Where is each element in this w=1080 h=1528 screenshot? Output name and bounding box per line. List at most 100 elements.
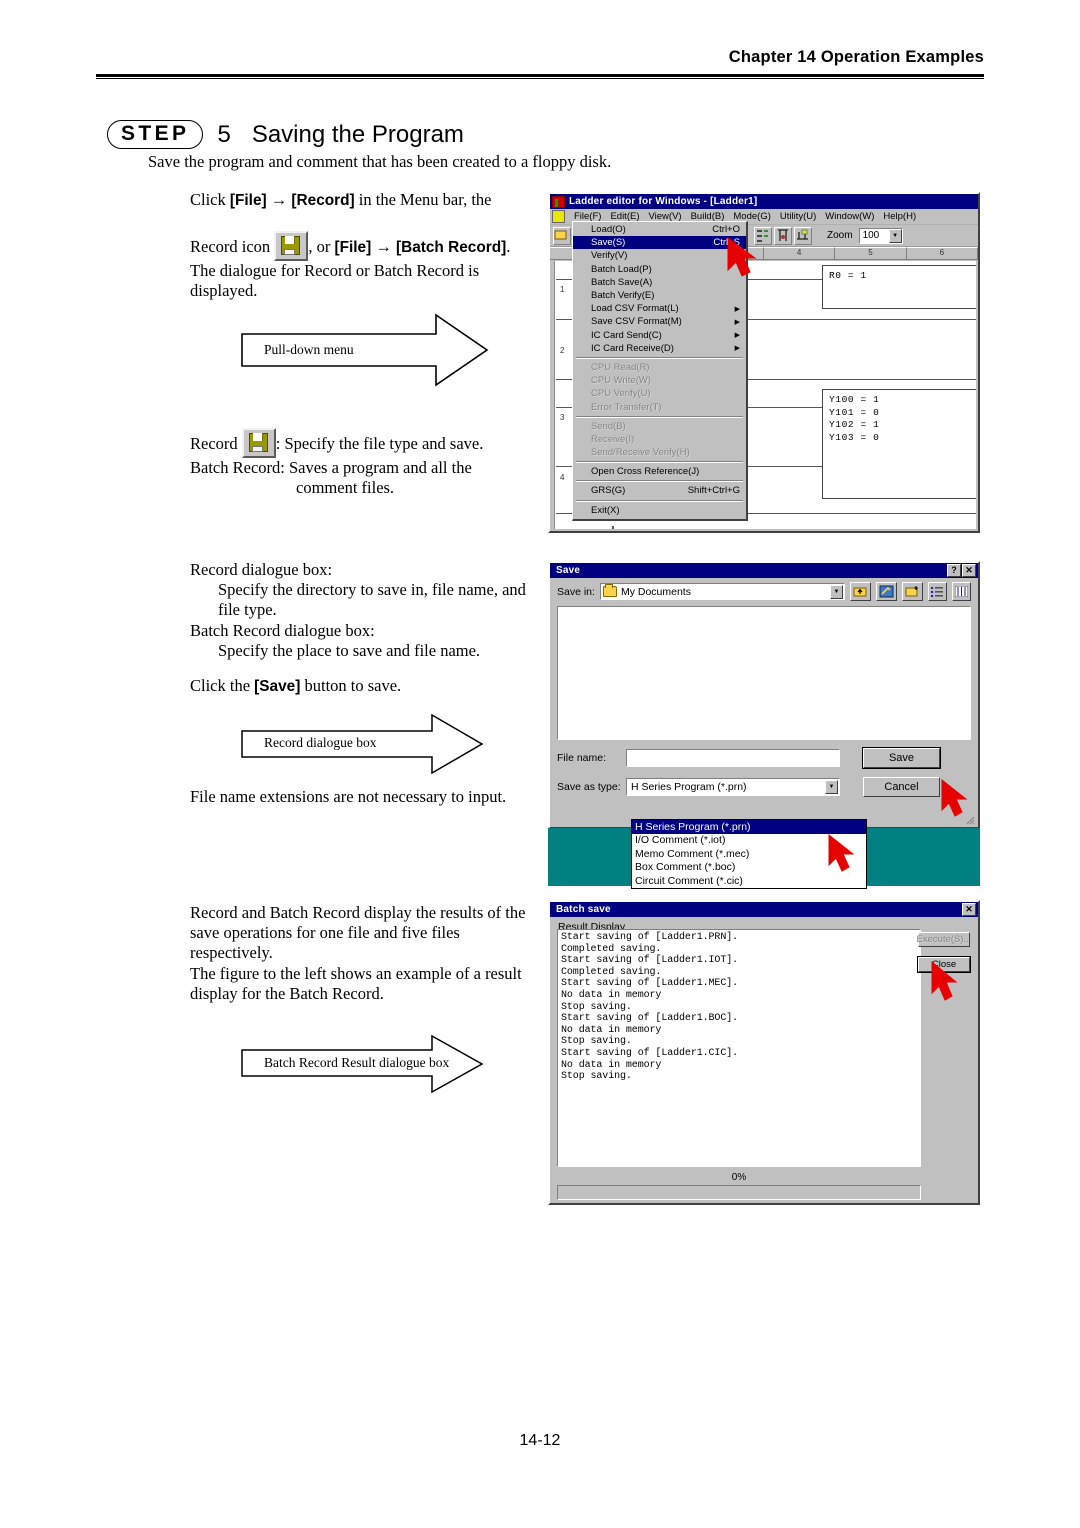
close-icon[interactable]: ✕ xyxy=(962,564,976,577)
p1-text-a: Click xyxy=(190,190,230,209)
new-folder-icon[interactable] xyxy=(902,582,923,601)
help-button[interactable]: ? xyxy=(947,564,961,577)
save-as-type-combobox[interactable]: H Series Program (*.prn) ▼ xyxy=(626,778,840,796)
menu-item-receive: Receive(I) xyxy=(573,433,746,446)
menu-separator xyxy=(576,499,743,502)
type-option-circuit-comment[interactable]: Circuit Comment (*.cic) xyxy=(632,874,866,888)
menu-item-save[interactable]: Save(S) Ctrl+S xyxy=(573,236,746,250)
menu-item-label: GRS(G) xyxy=(591,485,626,497)
save-button[interactable]: Save xyxy=(863,748,940,768)
header-rule xyxy=(96,74,984,79)
save-dialog-titlebar: Save ? ✕ xyxy=(550,563,978,578)
menu-item-exit[interactable]: Exit(X) xyxy=(573,504,746,517)
menu-item-load-csv-format[interactable]: Load CSV Format(L) ▶ xyxy=(573,302,746,315)
p1-arrow-a: → xyxy=(266,190,292,209)
close-button[interactable]: Close xyxy=(918,957,970,972)
p6-line5: display for the Batch Record. xyxy=(190,983,384,1003)
p1-period: . xyxy=(506,237,511,257)
cancel-button[interactable]: Cancel xyxy=(863,777,940,797)
application-icon xyxy=(552,195,565,208)
p3-record-dialogue-heading: Record dialogue box: xyxy=(190,560,333,579)
menu-item-batch-load[interactable]: Batch Load(P) xyxy=(573,263,746,276)
menu-item-label: Error Transfer(T) xyxy=(591,401,662,413)
ruler-cell-3: 4 xyxy=(763,247,836,259)
menu-item-batch-verify[interactable]: Batch Verify(E) xyxy=(573,289,746,302)
result-log-textarea[interactable]: Start saving of [Ladder1.PRN]. Completed… xyxy=(557,929,921,1167)
p6-line3: respectively. xyxy=(190,943,273,963)
ruler-cell-4: 5 xyxy=(835,247,907,259)
resize-grip[interactable] xyxy=(963,813,975,825)
menu-help[interactable]: Help(H) xyxy=(879,211,920,222)
menu-window[interactable]: Window(W) xyxy=(821,211,878,222)
menu-item-send: Send(B) xyxy=(573,420,746,433)
menu-item-save-csv-format[interactable]: Save CSV Format(M) ▶ xyxy=(573,315,746,328)
menu-item-batch-save[interactable]: Batch Save(A) xyxy=(573,276,746,289)
instruction-paragraph-6: Record and Batch Record display the resu… xyxy=(190,903,530,1004)
step-badge: STEP xyxy=(107,120,204,150)
batch-save-dialog[interactable]: Batch save ✕ Result Display Start saving… xyxy=(548,900,980,1205)
save-as-type-value: H Series Program (*.prn) xyxy=(631,781,747,793)
contact-symbol-icon[interactable] xyxy=(754,226,772,245)
type-option-memo-comment[interactable]: Memo Comment (*.mec) xyxy=(632,847,866,861)
p1-file-ref: [File] xyxy=(229,192,267,209)
menu-separator xyxy=(576,480,743,483)
p6-line2: save operations for one file and five fi… xyxy=(190,923,460,943)
save-in-label: Save in: xyxy=(557,585,595,598)
file-name-input[interactable] xyxy=(626,749,840,767)
coil-symbol-icon[interactable] xyxy=(774,226,792,245)
p2-batch-record-desc: Batch Record: Saves a program and all th… xyxy=(190,458,472,477)
menu-item-grs[interactable]: GRS(G) Shift+Ctrl+G xyxy=(573,484,746,497)
details-view-icon[interactable] xyxy=(952,582,971,601)
document-icon xyxy=(552,210,565,223)
menu-utility[interactable]: Utility(U) xyxy=(776,211,820,222)
save-dialog[interactable]: Save ? ✕ Save in: My Documents ▼ File na… xyxy=(548,561,980,829)
save-in-row[interactable]: Save in: My Documents ▼ xyxy=(550,578,978,601)
rung-tool-icon[interactable] xyxy=(794,226,812,245)
menu-item-label: Send/Receive Verify(H) xyxy=(591,447,690,459)
type-option-h-series-program[interactable]: H Series Program (*.prn) xyxy=(632,820,866,834)
chevron-down-icon[interactable]: ▼ xyxy=(825,780,838,794)
menu-item-load[interactable]: Load(O) Ctrl+O xyxy=(573,223,746,236)
open-file-icon[interactable] xyxy=(553,226,571,245)
chevron-down-icon[interactable]: ▼ xyxy=(888,228,902,243)
menu-item-label: Exit(X) xyxy=(591,504,620,516)
menu-item-verify[interactable]: Verify(V) xyxy=(573,249,746,262)
arrow-label-pulldown-menu: Pull-down menu xyxy=(264,342,354,357)
type-option-io-comment[interactable]: I/O Comment (*.iot) xyxy=(632,834,866,848)
type-option-box-comment[interactable]: Box Comment (*.boc) xyxy=(632,861,866,875)
chevron-down-icon[interactable]: ▼ xyxy=(830,584,843,599)
menu-item-label: Save(S) xyxy=(591,237,626,249)
menu-item-ic-card-receive[interactable]: IC Card Receive(D) ▶ xyxy=(573,342,746,355)
ladder-coil-box-2[interactable]: Y100 = 1 Y101 = 0 Y102 = 1 Y103 = 0 xyxy=(822,389,976,499)
arrow-label-batch-result: Batch Record Result dialogue box xyxy=(264,1055,450,1070)
save-as-type-dropdown-list[interactable]: H Series Program (*.prn) I/O Comment (*.… xyxy=(631,819,867,889)
menu-item-label: Batch Save(A) xyxy=(591,276,653,288)
rung-branch-1 xyxy=(612,526,614,529)
batch-dialog-titlebar: Batch save ✕ xyxy=(550,902,978,917)
p1-text-b: in the Menu bar, the xyxy=(354,190,492,209)
rung-number-3: 3 xyxy=(560,413,565,422)
file-list-pane[interactable] xyxy=(557,606,971,740)
progress-bar xyxy=(557,1185,921,1200)
zoom-combobox[interactable]: 100 ▼ xyxy=(858,227,903,244)
favorites-icon[interactable] xyxy=(876,582,897,601)
menu-separator xyxy=(576,461,743,464)
save-in-combobox[interactable]: My Documents ▼ xyxy=(599,583,845,600)
callout-arrow-batch-result-dialogue: Batch Record Result dialogue box xyxy=(240,1034,485,1094)
instruction-paragraph-1: Click [File] → [Record] in the Menu bar,… xyxy=(190,190,542,302)
list-view-icon[interactable] xyxy=(928,582,947,601)
file-name-row[interactable]: File name: Save xyxy=(550,740,978,768)
menu-item-open-cross-reference[interactable]: Open Cross Reference(J) xyxy=(573,465,746,478)
p3-batch-dialogue-desc: Specify the place to save and file name. xyxy=(218,640,481,660)
menu-item-ic-card-send[interactable]: IC Card Send(C) ▶ xyxy=(573,329,746,342)
rung-number-4: 4 xyxy=(560,473,565,482)
save-as-type-row[interactable]: Save as type: H Series Program (*.prn) ▼… xyxy=(550,768,978,797)
save-in-value: My Documents xyxy=(620,585,691,598)
floppy-disk-icon-2 xyxy=(241,428,276,458)
p1-arrow-b: → xyxy=(371,237,396,257)
p2-record-desc: : Specify the file type and save. xyxy=(275,434,484,453)
up-one-level-icon[interactable] xyxy=(850,582,871,601)
ladder-coil-box-1[interactable]: R0 = 1 xyxy=(822,265,976,309)
file-pulldown-menu[interactable]: Load(O) Ctrl+O Save(S) Ctrl+S Verify(V) … xyxy=(572,221,748,521)
close-icon[interactable]: ✕ xyxy=(962,903,976,916)
